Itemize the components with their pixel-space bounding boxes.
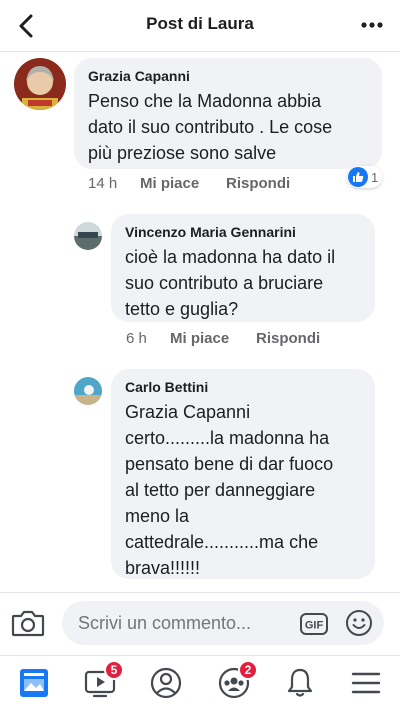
tab-notifications[interactable]: [282, 666, 318, 700]
bell-icon: [287, 668, 313, 697]
more-options-icon[interactable]: [358, 13, 386, 37]
comment-composer: GIF: [0, 592, 400, 654]
comment-bubble[interactable]: Carlo Bettini Grazia Capanni certo......…: [111, 369, 375, 579]
gif-label: GIF: [305, 620, 324, 632]
tab-watch[interactable]: 5: [82, 660, 124, 700]
comment-text: Penso che la Madonna abbia dato il suo c…: [88, 91, 333, 163]
comment-author[interactable]: Carlo Bettini: [125, 378, 362, 396]
comments-list: Grazia Capanni Penso che la Madonna abbi…: [0, 52, 400, 592]
emoji-icon[interactable]: [345, 609, 373, 637]
tab-menu[interactable]: [348, 666, 384, 700]
camera-icon[interactable]: [11, 608, 45, 638]
comment-author[interactable]: Grazia Capanni: [88, 67, 369, 85]
comment-actions: 6 h Mi piace Rispondi: [126, 330, 320, 347]
comment-text: cioè la madonna ha dato il suo contribut…: [125, 247, 336, 319]
profile-icon: [150, 667, 182, 699]
notification-badge: 2: [238, 660, 258, 680]
tab-profile[interactable]: [148, 666, 184, 700]
like-button[interactable]: Mi piace: [140, 175, 226, 192]
comment-input[interactable]: [62, 601, 384, 645]
avatar[interactable]: [74, 377, 102, 405]
comment-actions: 14 h Mi piace Rispondi: [88, 175, 290, 192]
avatar[interactable]: [14, 58, 66, 110]
tab-news-feed[interactable]: [16, 666, 52, 700]
comment-text: Grazia Capanni certo.........la madonna …: [125, 402, 334, 578]
tab-groups[interactable]: 2: [216, 660, 258, 700]
comment-bubble[interactable]: Grazia Capanni Penso che la Madonna abbi…: [74, 58, 382, 169]
gif-icon[interactable]: GIF: [300, 613, 328, 635]
avatar[interactable]: [74, 222, 102, 250]
comment-time: 6 h: [126, 330, 147, 347]
bottom-tab-bar: 5 2: [0, 655, 400, 711]
comment-bubble[interactable]: Vincenzo Maria Gennarini cioè la madonna…: [111, 214, 375, 322]
page-title: Post di Laura: [146, 14, 254, 33]
reply-button[interactable]: Rispondi: [256, 330, 320, 347]
news-feed-icon: [20, 669, 48, 697]
top-bar: Post di Laura: [0, 0, 400, 52]
comment-time: 14 h: [88, 175, 118, 192]
reaction-count: 1: [371, 169, 379, 185]
hamburger-menu-icon: [351, 672, 381, 694]
reaction-summary[interactable]: 1: [347, 166, 383, 188]
notification-badge: 5: [104, 660, 124, 680]
like-reaction-icon: [348, 167, 368, 187]
comment-author[interactable]: Vincenzo Maria Gennarini: [125, 223, 362, 241]
like-button[interactable]: Mi piace: [170, 330, 256, 347]
reply-button[interactable]: Rispondi: [226, 175, 290, 192]
